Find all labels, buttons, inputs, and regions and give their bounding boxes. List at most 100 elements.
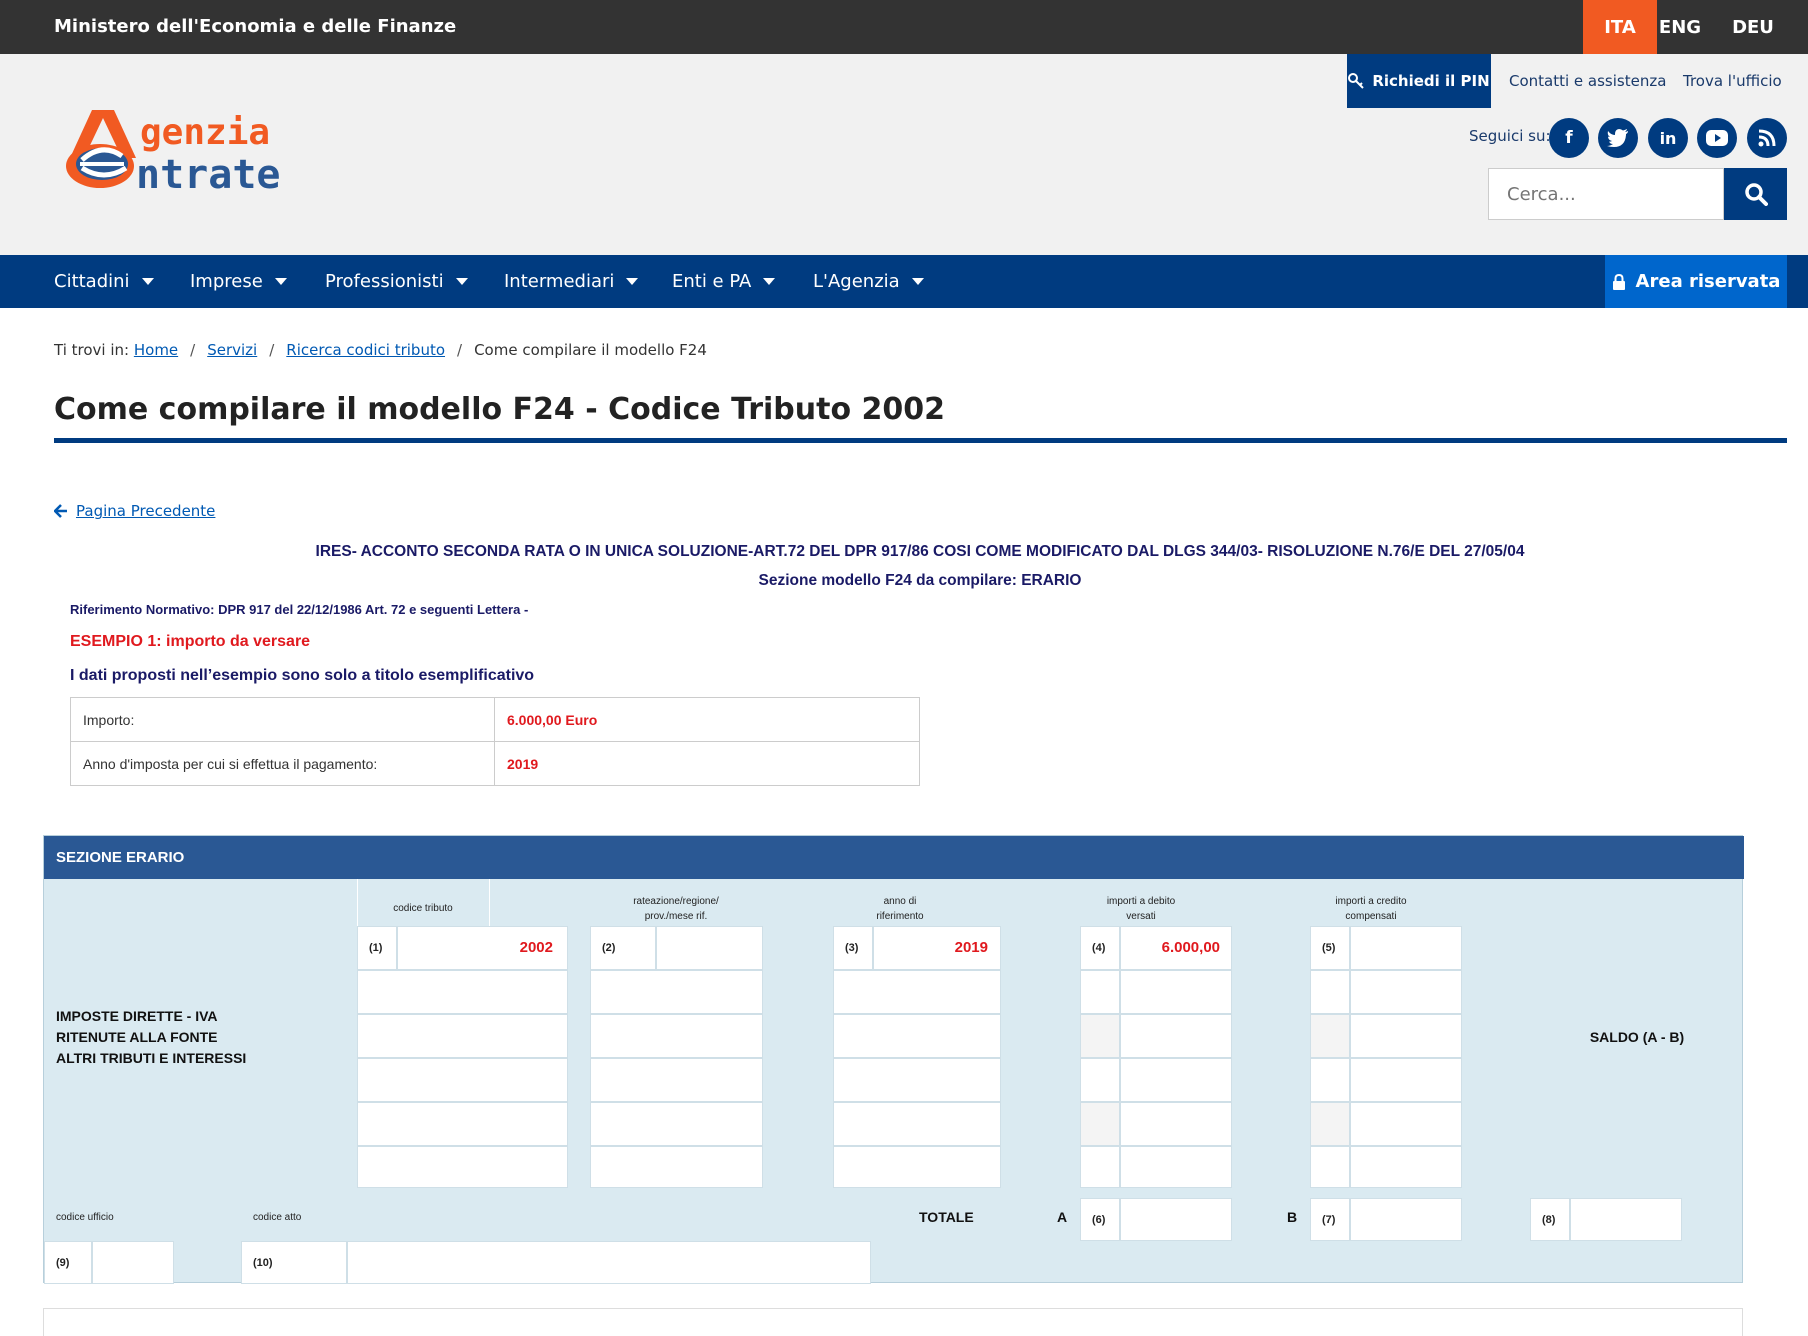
empty-form-field[interactable] xyxy=(1350,970,1462,1014)
dati-note: I dati proposti nell’esempio sono solo a… xyxy=(70,667,535,684)
empty-form-field[interactable] xyxy=(1080,970,1120,1014)
empty-form-field[interactable] xyxy=(1310,1102,1350,1146)
empty-form-field[interactable] xyxy=(1350,1058,1462,1102)
empty-form-field[interactable] xyxy=(1310,1146,1350,1188)
breadcrumb-sep: / xyxy=(457,341,463,359)
codice-tributo-value: 2002 xyxy=(519,939,553,956)
empty-form-field[interactable] xyxy=(357,1058,568,1102)
nav-agenzia-label: L'Agenzia xyxy=(813,271,900,292)
nav-agenzia[interactable]: L'Agenzia xyxy=(813,255,924,308)
empty-form-field[interactable] xyxy=(357,1102,568,1146)
col-credito-line1: importi a credito xyxy=(1335,896,1407,907)
nav-intermediari-label: Intermediari xyxy=(504,271,615,292)
next-table-edge xyxy=(43,1308,1743,1336)
empty-form-field[interactable] xyxy=(1310,1058,1350,1102)
empty-form-field[interactable] xyxy=(1120,970,1232,1014)
nav-enti-pa[interactable]: Enti e PA xyxy=(672,255,776,308)
totale-b-field[interactable] xyxy=(1350,1198,1462,1241)
totale-a-field[interactable] xyxy=(1120,1198,1232,1241)
pagina-precedente-link[interactable]: Pagina Precedente xyxy=(54,502,215,520)
caret-down-icon xyxy=(141,278,154,285)
empty-form-field[interactable] xyxy=(833,970,1001,1014)
area-riservata-button[interactable]: Area riservata xyxy=(1605,255,1787,308)
imposte-line1: IMPOSTE DIRETTE - IVA xyxy=(56,1008,218,1024)
empty-form-field[interactable] xyxy=(1350,1014,1462,1058)
contatti-link[interactable]: Contatti e assistenza xyxy=(1509,54,1666,108)
col-anno-line1: anno di xyxy=(883,896,917,907)
empty-form-field[interactable] xyxy=(590,1146,763,1188)
empty-form-field[interactable] xyxy=(1080,1058,1120,1102)
sezione-subheading: Sezione modello F24 da compilare: ERARIO xyxy=(758,572,1082,589)
search-input[interactable] xyxy=(1488,168,1724,220)
empty-form-field[interactable] xyxy=(590,1014,763,1058)
empty-form-field[interactable] xyxy=(833,1058,1001,1102)
empty-form-field[interactable] xyxy=(357,1014,568,1058)
num-10: (10) xyxy=(253,1257,273,1269)
empty-form-field[interactable] xyxy=(1120,1058,1232,1102)
empty-form-field[interactable] xyxy=(1350,1102,1462,1146)
search-button[interactable] xyxy=(1724,168,1787,220)
breadcrumb-servizi-link[interactable]: Servizi xyxy=(207,341,257,359)
twitter-icon[interactable] xyxy=(1598,118,1638,158)
rateazione-field[interactable] xyxy=(656,926,763,970)
area-riservata-label: Area riservata xyxy=(1635,271,1781,292)
empty-form-field[interactable] xyxy=(1310,970,1350,1014)
num-cell xyxy=(590,926,656,970)
anno-label: Anno d'imposta per cui si effettua il pa… xyxy=(70,741,495,786)
empty-form-field[interactable] xyxy=(590,970,763,1014)
empty-form-field[interactable] xyxy=(590,1102,763,1146)
richiedi-pin-label: Richiedi il PIN xyxy=(1372,72,1490,90)
saldo-field[interactable] xyxy=(1570,1198,1682,1241)
num-5: (5) xyxy=(1322,942,1336,954)
empty-form-field[interactable] xyxy=(833,1014,1001,1058)
empty-form-field[interactable] xyxy=(1080,1102,1120,1146)
caret-down-icon xyxy=(763,278,776,285)
table-row: Importo: 6.000,00 Euro xyxy=(70,697,920,742)
tributo-heading: IRES- ACCONTO SECONDA RATA O IN UNICA SO… xyxy=(315,543,1525,560)
trova-ufficio-link[interactable]: Trova l'ufficio xyxy=(1683,54,1782,108)
lang-eng-button[interactable]: ENG xyxy=(1643,0,1717,54)
empty-form-field[interactable] xyxy=(833,1146,1001,1188)
empty-form-field[interactable] xyxy=(833,1102,1001,1146)
agenzia-entrate-logo[interactable]: genzia ntrate xyxy=(52,106,352,196)
richiedi-pin-button[interactable]: Richiedi il PIN xyxy=(1347,54,1491,108)
num-8: (8) xyxy=(1542,1214,1556,1226)
breadcrumb-ricerca-link[interactable]: Ricerca codici tributo xyxy=(286,341,445,359)
num-1: (1) xyxy=(369,942,383,954)
page-title: Come compilare il modello F24 - Codice T… xyxy=(54,392,946,427)
empty-form-field[interactable] xyxy=(1350,1146,1462,1188)
empty-form-field[interactable] xyxy=(1120,1146,1232,1188)
lang-deu-button[interactable]: DEU xyxy=(1716,0,1790,54)
anno-riferimento-value: 2019 xyxy=(954,939,988,956)
linkedin-icon[interactable]: in xyxy=(1648,118,1688,158)
codice-atto-field[interactable] xyxy=(347,1241,871,1284)
breadcrumb-home-link[interactable]: Home xyxy=(134,341,178,359)
youtube-icon[interactable] xyxy=(1697,118,1737,158)
empty-form-field[interactable] xyxy=(1080,1014,1120,1058)
empty-form-field[interactable] xyxy=(590,1058,763,1102)
codice-ufficio-field[interactable] xyxy=(92,1241,174,1284)
nav-cittadini[interactable]: Cittadini xyxy=(54,255,154,308)
col-credito: importi a credito compensati xyxy=(1309,894,1433,924)
col-rateazione: rateazione/regione/prov./mese rif. xyxy=(591,894,761,924)
empty-form-field[interactable] xyxy=(1120,1102,1232,1146)
nav-professionisti[interactable]: Professionisti xyxy=(325,255,468,308)
imposte-label: IMPOSTE DIRETTE - IVA RITENUTE ALLA FONT… xyxy=(56,1006,246,1069)
empty-form-field[interactable] xyxy=(357,970,568,1014)
key-icon xyxy=(1348,73,1365,89)
empty-form-field[interactable] xyxy=(1080,1146,1120,1188)
nav-imprese[interactable]: Imprese xyxy=(190,255,287,308)
ministry-link[interactable]: Ministero dell'Economia e delle Finanze xyxy=(54,16,456,37)
empty-form-field[interactable] xyxy=(357,1146,568,1188)
nav-intermediari[interactable]: Intermediari xyxy=(504,255,639,308)
rss-icon[interactable] xyxy=(1747,118,1787,158)
col-debito: importi a debito versati xyxy=(1079,894,1203,924)
info-table: Importo: 6.000,00 Euro Anno d'imposta pe… xyxy=(70,697,920,786)
credito-field[interactable] xyxy=(1350,926,1462,970)
nav-enti-pa-label: Enti e PA xyxy=(672,271,752,292)
empty-form-field[interactable] xyxy=(1120,1014,1232,1058)
facebook-icon[interactable]: f xyxy=(1549,118,1589,158)
num-4: (4) xyxy=(1092,942,1106,954)
empty-form-field[interactable] xyxy=(1310,1014,1350,1058)
codice-atto-label: codice atto xyxy=(253,1212,302,1223)
